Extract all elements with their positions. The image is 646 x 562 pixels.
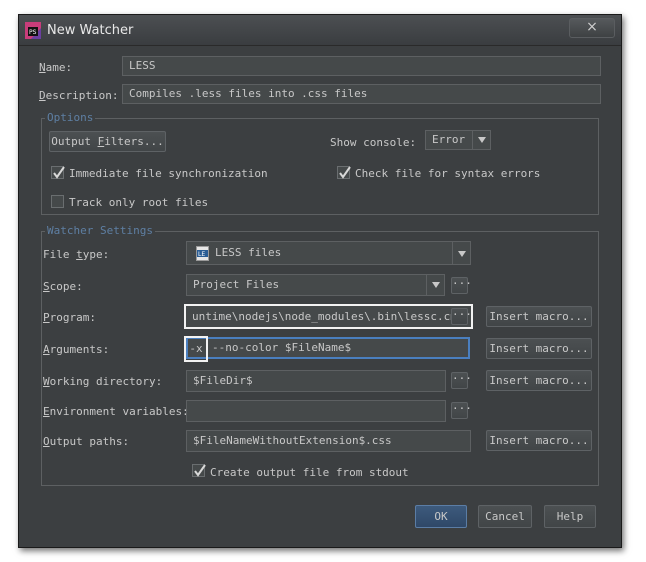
immediate-sync-label: Immediate file synchronization — [69, 167, 268, 180]
program-browse-button[interactable]: ··· — [451, 308, 472, 325]
show-console-dropdown[interactable] — [472, 131, 490, 149]
show-console-value: Error — [432, 133, 466, 146]
file-type-dropdown[interactable] — [452, 242, 470, 264]
new-watcher-dialog: PS New Watcher × Name: LESS Description:… — [18, 14, 622, 548]
show-console-label: Show console: — [330, 136, 417, 149]
description-field[interactable]: Compiles .less files into .css files — [122, 84, 601, 104]
program-insert-macro-button[interactable]: Insert macro... — [486, 306, 592, 327]
check-syntax-label: Check file for syntax errors — [355, 167, 541, 180]
check-syntax-checkbox[interactable] — [337, 166, 351, 179]
name-field[interactable]: LESS — [122, 56, 601, 76]
description-label: Description: — [39, 89, 119, 102]
working-directory-browse-button[interactable]: ··· — [451, 372, 472, 389]
track-root-checkbox[interactable] — [51, 195, 64, 208]
title-bar: PS New Watcher × — [19, 15, 621, 46]
arguments-field[interactable]: --no-color $FileName$ — [186, 337, 470, 359]
cancel-button[interactable]: Cancel — [478, 505, 532, 528]
scope-browse-button[interactable]: ··· — [451, 277, 472, 294]
file-type-select[interactable]: LE LESS files — [186, 241, 471, 265]
file-type-label: File type: — [43, 248, 110, 261]
program-label: Program: — [43, 311, 96, 324]
scope-select[interactable]: Project Files — [186, 274, 445, 296]
checkmark-icon — [53, 166, 65, 179]
svg-text:PS: PS — [29, 29, 37, 36]
environment-variables-browse-button[interactable]: ··· — [451, 402, 472, 419]
create-output-label: Create output file from stdout — [210, 466, 409, 479]
environment-variables-field[interactable] — [186, 400, 446, 422]
output-paths-field[interactable]: $FileNameWithoutExtension$.css — [186, 430, 471, 452]
name-label: Name: — [39, 61, 73, 74]
scope-dropdown[interactable] — [426, 275, 444, 295]
window-title: New Watcher — [47, 23, 134, 38]
output-paths-label: Output paths: — [43, 435, 130, 448]
immediate-sync-checkbox[interactable] — [51, 166, 65, 179]
environment-variables-label: Environment variables: — [43, 405, 189, 418]
output-filters-button[interactable]: Output Filters... — [49, 131, 166, 152]
close-button[interactable]: × — [569, 18, 615, 38]
svg-text:LE: LE — [198, 251, 205, 258]
scope-label: Scope: — [43, 280, 83, 293]
show-console-select[interactable]: Error — [425, 130, 491, 150]
less-file-icon: LE — [196, 246, 209, 261]
checkmark-icon — [194, 464, 206, 477]
track-root-label: Track only root files — [69, 196, 209, 209]
program-field[interactable]: untime\nodejs\node_modules\.bin\lessc.cm… — [184, 304, 473, 329]
phpstorm-app-icon: PS — [25, 22, 41, 39]
scope-value: Project Files — [193, 278, 280, 291]
working-directory-label: Working directory: — [43, 375, 163, 388]
chevron-down-icon — [478, 137, 486, 143]
arguments-insert-macro-button[interactable]: Insert macro... — [486, 338, 592, 359]
output-paths-insert-macro-button[interactable]: Insert macro... — [486, 430, 592, 451]
checkmark-icon — [339, 166, 351, 179]
file-type-value: LESS files — [215, 246, 282, 259]
working-directory-field[interactable]: $FileDir$ — [186, 370, 446, 392]
arguments-label: Arguments: — [43, 343, 110, 356]
arguments-highlight: -x — [184, 336, 208, 362]
create-output-checkbox[interactable] — [192, 464, 206, 477]
options-legend: Options — [45, 111, 96, 124]
help-button[interactable]: Help — [544, 505, 596, 528]
ok-button[interactable]: OK — [415, 505, 467, 528]
watcher-settings-legend: Watcher Settings — [45, 224, 155, 237]
chevron-down-icon — [458, 251, 466, 257]
working-directory-insert-macro-button[interactable]: Insert macro... — [486, 370, 592, 391]
chevron-down-icon — [432, 282, 440, 288]
